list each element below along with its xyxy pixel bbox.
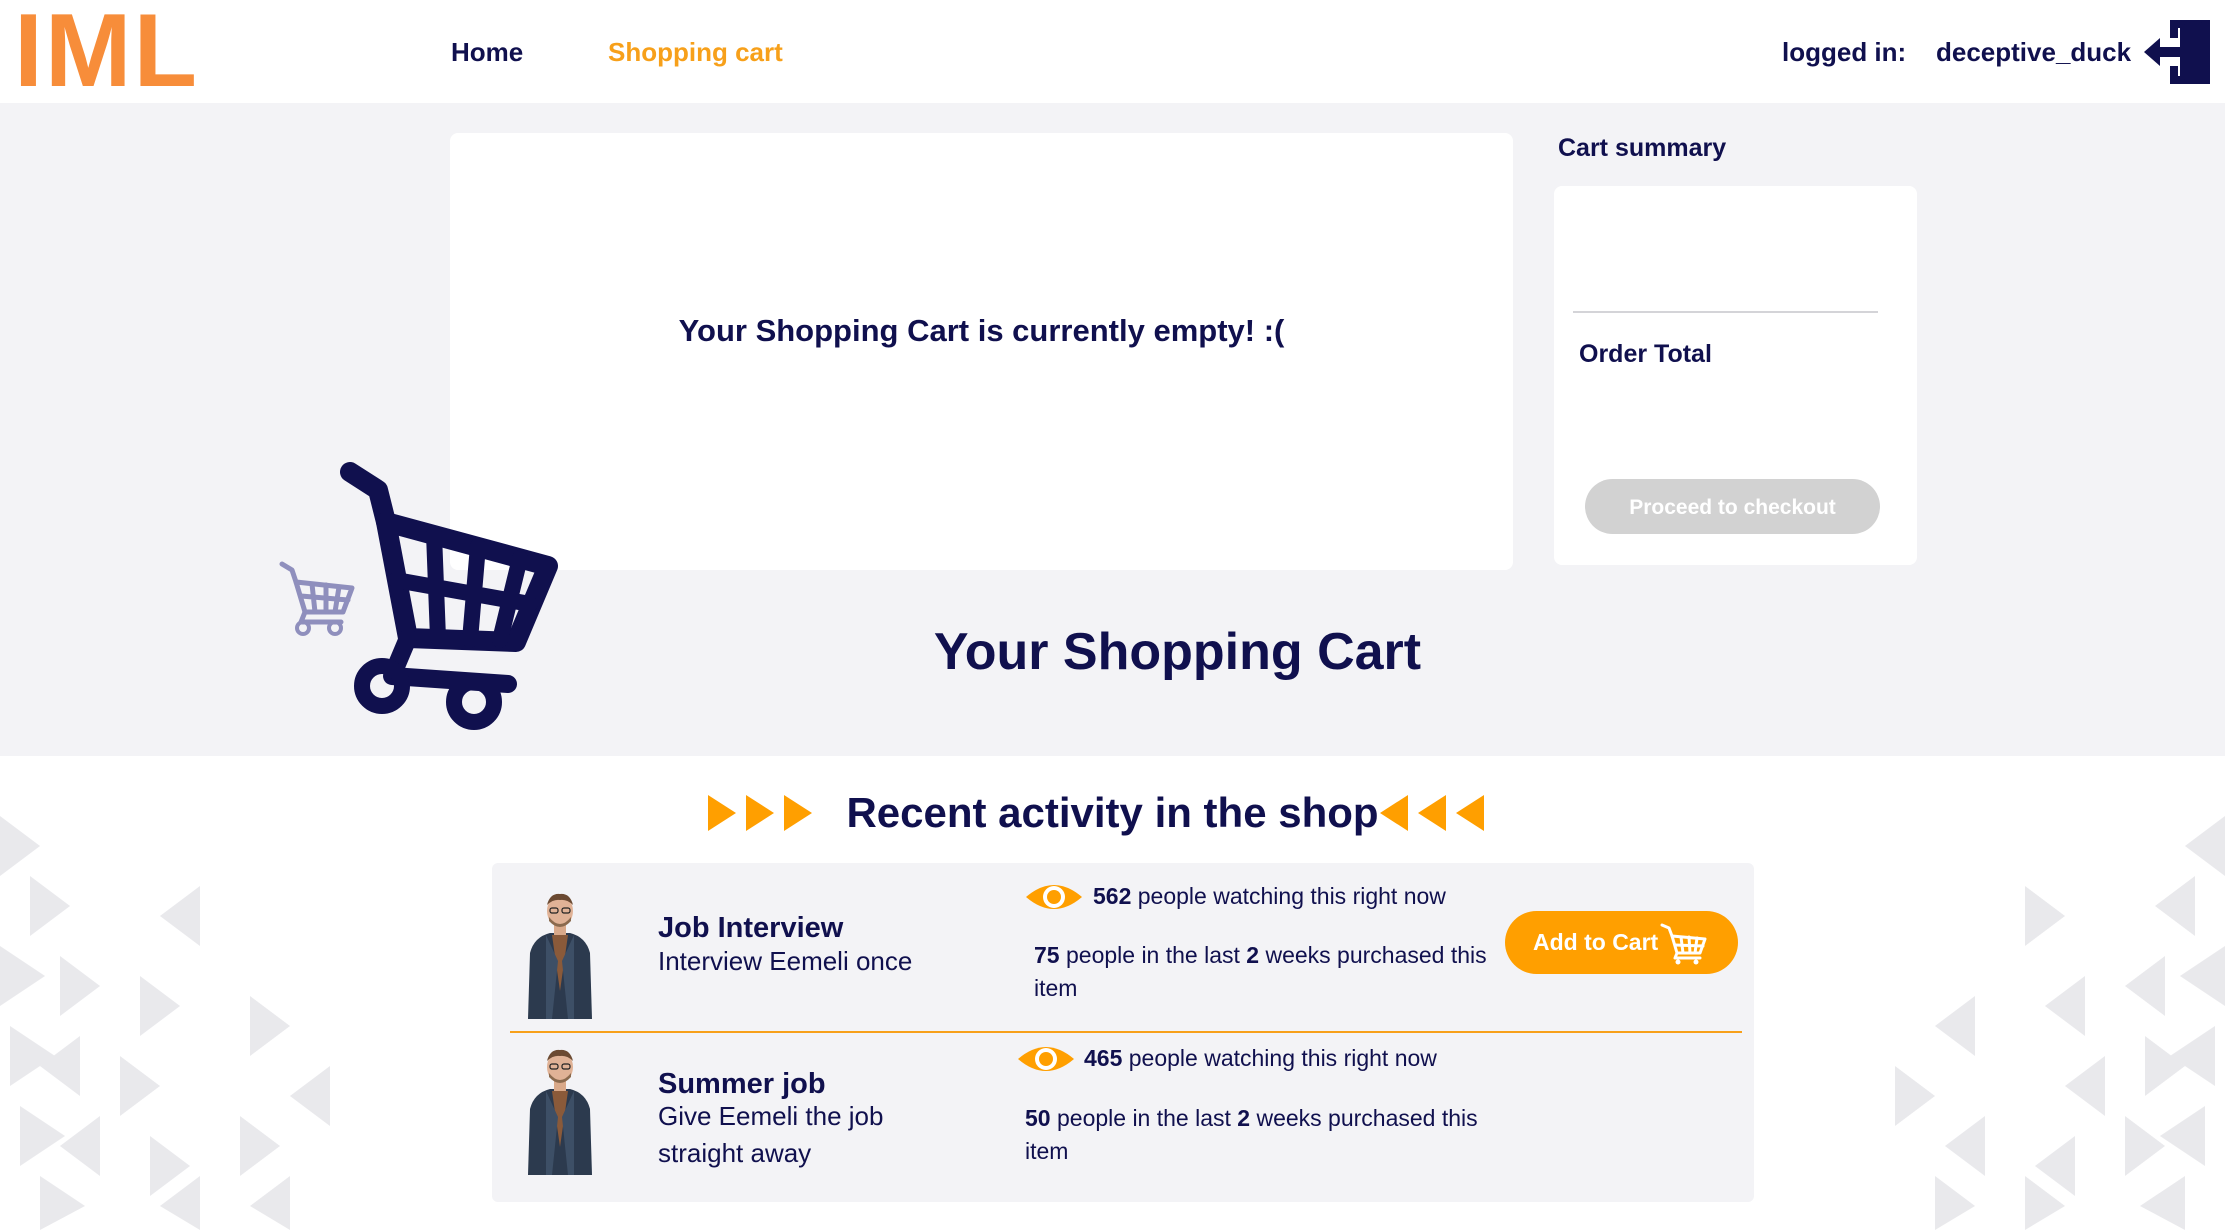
add-to-cart-label: Add to Cart [1533, 929, 1659, 955]
purchased-weeks: 2 [1237, 1105, 1251, 1131]
left-arrows-decoration-icon [1380, 795, 1484, 831]
purchased-label-a: people in the last [1065, 942, 1240, 968]
summary-divider [1573, 311, 1878, 313]
page-heading: Your Shopping Cart [0, 620, 2225, 684]
username: deceptive_duck [1936, 37, 2132, 67]
cart-icon [1660, 923, 1707, 965]
empty-cart-message: Your Shopping Cart is currently empty! :… [678, 313, 1285, 348]
row-divider [510, 1031, 1742, 1033]
item-title[interactable]: Job Interview [658, 911, 843, 945]
order-total-label: Order Total [1579, 340, 1712, 368]
nav-home-link[interactable]: Home [451, 36, 523, 68]
watching-count: 465 [1084, 1045, 1123, 1071]
product-photo-eemeli[interactable] [520, 891, 600, 1019]
activity-heading: Recent activity in the shop [846, 789, 1379, 836]
logout-icon[interactable] [2140, 14, 2215, 89]
purchased-label-a: people in the last [1056, 1105, 1231, 1131]
watching-count-text: 562 people watching this right now [1093, 881, 1446, 911]
purchased-count: 50 [1025, 1105, 1051, 1131]
product-photo-eemeli[interactable] [520, 1047, 600, 1175]
nav-shopping-cart-link[interactable]: Shopping cart [608, 36, 783, 68]
shopping-cart-illustration-icon [340, 462, 558, 730]
purchased-count: 75 [1034, 942, 1060, 968]
proceed-to-checkout-button[interactable]: Proceed to checkout [1585, 479, 1880, 534]
logged-in-label: logged in: [1782, 37, 1907, 67]
cart-summary-title: Cart summary [1558, 134, 1727, 162]
site-logo[interactable]: IML [14, 0, 199, 106]
item-description: Give Eemeli the job straight away [658, 1101, 884, 1168]
watching-label: people watching this right now [1128, 1045, 1437, 1071]
cart-items-panel: Your Shopping Cart is currently empty! :… [450, 133, 1513, 570]
watching-count-text: 465 people watching this right now [1084, 1043, 1437, 1073]
recent-activity-list: Job Interview Interview Eemeli once 562 … [492, 863, 1754, 1202]
item-description: Interview Eemeli once [658, 946, 913, 976]
purchase-count-text: 50 people in the last 2 weeks purchased … [1025, 1102, 1495, 1168]
watching-count: 562 [1093, 883, 1132, 909]
watching-label: people watching this right now [1137, 883, 1446, 909]
cart-summary-card: Order Total Proceed to checkout [1554, 186, 1917, 565]
purchased-weeks: 2 [1246, 942, 1260, 968]
item-title[interactable]: Summer job [658, 1067, 826, 1101]
add-to-cart-button[interactable]: Add to Cart [1505, 911, 1738, 974]
eye-icon [1018, 1047, 1074, 1071]
eye-icon [1026, 885, 1082, 909]
navbar: IML Home Shopping cart logged in: decept… [0, 0, 2225, 106]
purchase-count-text: 75 people in the last 2 weeks purchased … [1034, 939, 1504, 1005]
page-heading-text: Your Shopping Cart [933, 623, 1422, 681]
